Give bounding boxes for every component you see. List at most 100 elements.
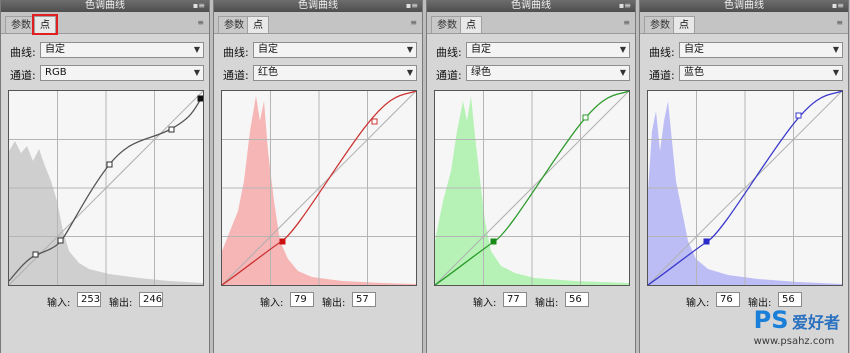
panel-collapse-icon[interactable]: ▪≡ [832, 0, 844, 12]
panel-title: 色调曲线 [298, 0, 338, 11]
input-output-row: 输入: 77 输出: 56 [473, 292, 633, 309]
panel-collapse-icon[interactable]: ▪≡ [193, 0, 205, 12]
channel-label: 通道: [10, 69, 36, 82]
watermark-url: www.psahz.com [753, 336, 835, 347]
tab-params[interactable]: 参数 [644, 16, 676, 33]
curve-point [57, 237, 64, 244]
channel-row: 通道: RGB ▼ [10, 65, 206, 83]
input-field[interactable]: 79 [290, 292, 314, 307]
curve-label: 曲线: [436, 46, 462, 59]
curve-point [795, 112, 802, 119]
input-field[interactable]: 77 [503, 292, 527, 307]
chevron-down-icon: ▼ [406, 45, 413, 54]
watermark-text: 爱好者 [791, 313, 840, 332]
panel-menu-icon[interactable]: ≡ [410, 18, 417, 27]
channel-row: 通道: 绿色 ▼ [436, 65, 632, 83]
input-output-row: 输入: 253 输出: 246 [47, 292, 207, 309]
watermark: PS 爱好者 www.psahz.com [754, 306, 840, 347]
watermark-logo: PS [753, 306, 789, 334]
curve-label: 曲线: [649, 46, 675, 59]
curve-graph[interactable] [221, 90, 417, 286]
input-label: 输入: [686, 298, 710, 309]
tab-row: 参数 点 ≡ [427, 12, 635, 34]
panel-titlebar: 色调曲线 ▪≡ [640, 0, 848, 12]
curve-point [32, 251, 39, 258]
curve-select[interactable]: 自定 ▼ [253, 42, 417, 58]
input-label: 输入: [473, 298, 497, 309]
channel-select[interactable]: 绿色 ▼ [466, 65, 630, 81]
curve-select[interactable]: 自定 ▼ [466, 42, 630, 58]
panel-title: 色调曲线 [511, 0, 551, 11]
curve-point-selected [490, 238, 497, 245]
chevron-down-icon: ▼ [619, 45, 626, 54]
output-label: 输出: [322, 298, 346, 309]
chevron-down-icon: ▼ [193, 68, 200, 77]
output-field[interactable]: 56 [778, 292, 802, 307]
curve-label: 曲线: [10, 46, 36, 59]
input-field[interactable]: 253 [77, 292, 101, 307]
tab-params[interactable]: 参数 [5, 16, 37, 33]
tab-points[interactable]: 点 [32, 14, 58, 35]
panel-collapse-icon[interactable]: ▪≡ [619, 0, 631, 12]
curve-row: 曲线: 自定 ▼ [436, 42, 632, 60]
channel-label: 通道: [436, 69, 462, 82]
panel-menu-icon[interactable]: ≡ [836, 18, 843, 27]
input-output-row: 输入: 79 输出: 57 [260, 292, 420, 309]
output-label: 输出: [109, 298, 133, 309]
curve-select[interactable]: 自定 ▼ [40, 42, 204, 58]
tone-curve-panel-red: 色调曲线 ▪≡ 参数 点 ≡ 曲线: 自定 ▼ 通道: 红色 ▼ 输入: 79 输出… [213, 0, 423, 353]
tab-points[interactable]: 点 [460, 16, 482, 33]
panel-title: 色调曲线 [85, 0, 125, 11]
tab-row: 参数 点 ≡ [640, 12, 848, 34]
curve-point [582, 114, 589, 121]
tab-row: 参数 点 ≡ [214, 12, 422, 34]
chevron-down-icon: ▼ [832, 45, 839, 54]
tab-row: 参数 点 ≡ [1, 12, 209, 35]
input-label: 输入: [47, 298, 71, 309]
channel-label: 通道: [649, 69, 675, 82]
channel-select[interactable]: RGB ▼ [40, 65, 204, 81]
curve-point-selected [703, 238, 710, 245]
curve-graph[interactable] [647, 90, 843, 286]
tone-curve-panel-blue: 色调曲线 ▪≡ 参数 点 ≡ 曲线: 自定 ▼ 通道: 蓝色 ▼ 输入: 76 输出… [639, 0, 849, 353]
curve-point-selected [279, 238, 286, 245]
curve-point [106, 161, 113, 168]
chevron-down-icon: ▼ [619, 68, 626, 77]
curve-row: 曲线: 自定 ▼ [223, 42, 419, 60]
curve-label: 曲线: [223, 46, 249, 59]
input-field[interactable]: 76 [716, 292, 740, 307]
curve-point [371, 118, 378, 125]
tab-points[interactable]: 点 [247, 16, 269, 33]
tab-points[interactable]: 点 [673, 16, 695, 33]
output-label: 输出: [535, 298, 559, 309]
output-field[interactable]: 246 [139, 292, 163, 307]
panel-titlebar: 色调曲线 ▪≡ [427, 0, 635, 12]
output-field[interactable]: 56 [565, 292, 589, 307]
channel-row: 通道: 红色 ▼ [223, 65, 419, 83]
tab-params[interactable]: 参数 [218, 16, 250, 33]
panel-collapse-icon[interactable]: ▪≡ [406, 0, 418, 12]
curve-row: 曲线: 自定 ▼ [649, 42, 845, 60]
curve-point [168, 126, 175, 133]
chevron-down-icon: ▼ [193, 45, 200, 54]
curve-row: 曲线: 自定 ▼ [10, 42, 206, 60]
channel-row: 通道: 蓝色 ▼ [649, 65, 845, 83]
curve-graph[interactable] [8, 90, 204, 286]
tab-params[interactable]: 参数 [431, 16, 463, 33]
tone-curve-panel-green: 色调曲线 ▪≡ 参数 点 ≡ 曲线: 自定 ▼ 通道: 绿色 ▼ 输入: 77 输出… [426, 0, 636, 353]
channel-label: 通道: [223, 69, 249, 82]
panel-titlebar: 色调曲线 ▪≡ [1, 0, 209, 12]
panel-menu-icon[interactable]: ≡ [623, 18, 630, 27]
chevron-down-icon: ▼ [832, 68, 839, 77]
tone-curve-panel-rgb: 色调曲线 ▪≡ 参数 点 ≡ 曲线: 自定 ▼ 通道: RGB ▼ 输入: 25… [0, 0, 210, 353]
channel-select[interactable]: 红色 ▼ [253, 65, 417, 81]
panel-title: 色调曲线 [724, 0, 764, 11]
curve-graph[interactable] [434, 90, 630, 286]
output-field[interactable]: 57 [352, 292, 376, 307]
panel-titlebar: 色调曲线 ▪≡ [214, 0, 422, 12]
curve-point-selected [197, 95, 203, 102]
panel-menu-icon[interactable]: ≡ [197, 18, 204, 27]
curve-select[interactable]: 自定 ▼ [679, 42, 843, 58]
chevron-down-icon: ▼ [406, 68, 413, 77]
channel-select[interactable]: 蓝色 ▼ [679, 65, 843, 81]
